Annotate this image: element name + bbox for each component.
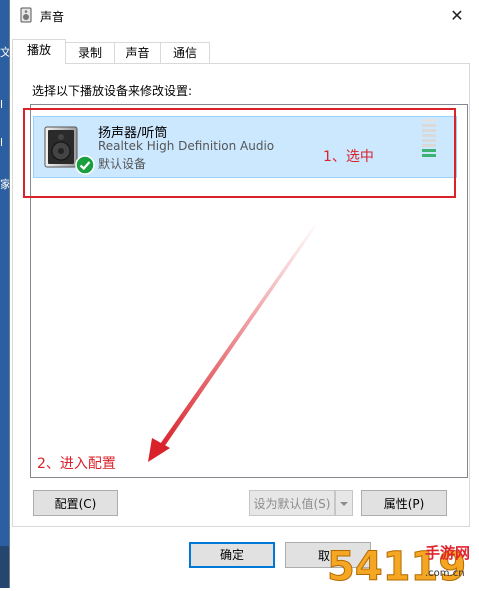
chevron-down-icon [340,502,348,506]
tab-bar: 播放 录制 声音 通信 [10,39,479,64]
tab-communications[interactable]: 通信 [160,42,210,63]
bg-text-fragment: l [0,136,4,149]
speaker-icon [20,7,32,23]
close-button[interactable]: ✕ [434,0,479,31]
set-default-button[interactable]: 设为默认值(S) [249,490,335,516]
watermark-title: 手游网 [425,544,470,562]
set-default-dropdown[interactable] [335,490,353,516]
window-title: 声音 [40,10,65,24]
watermark-domain: .com.cn [425,568,465,579]
annotation-highlight-box [23,108,456,198]
site-watermark-logo: 54119 手游网 .com.cn [327,536,475,591]
title-bar: 声音 ✕ [10,0,479,31]
ok-button[interactable]: 确定 [189,542,275,568]
annotation-configure: 2、进入配置 [37,456,116,472]
configure-button[interactable]: 配置(C) [33,490,118,516]
tab-playback[interactable]: 播放 [12,39,66,64]
tab-sounds[interactable]: 声音 [114,42,161,63]
set-default-splitbutton: 设为默认值(S) [249,490,353,516]
instruction-text: 选择以下播放设备来修改设置: [32,84,193,98]
watermark-logo-icon: 54119 手游网 .com.cn [327,544,471,591]
tab-recording[interactable]: 录制 [65,42,115,63]
annotation-select: 1、选中 [323,149,374,165]
properties-button[interactable]: 属性(P) [361,490,447,516]
bg-text-fragment: l [0,98,4,111]
sound-dialog: 声音 ✕ 播放 录制 声音 通信 选择以下播放设备来修改设置: 扬声器/听筒 R… [9,0,479,588]
